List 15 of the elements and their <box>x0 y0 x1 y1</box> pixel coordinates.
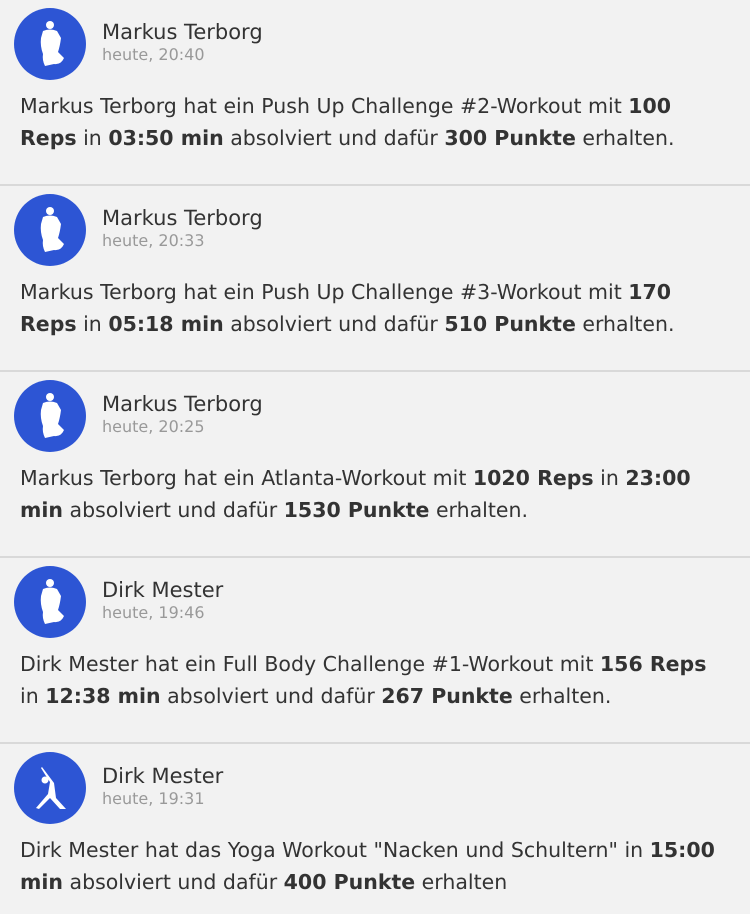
author-name: Markus Terborg <box>102 206 263 232</box>
author-name: Dirk Mester <box>102 764 224 790</box>
post-time: heute, 20:40 <box>102 45 206 64</box>
post-time: heute, 20:25 <box>102 417 206 436</box>
post-time: heute, 19:46 <box>102 603 206 622</box>
author-name: Dirk Mester <box>102 578 224 604</box>
post-time: heute, 19:31 <box>102 789 206 808</box>
activity-message: Markus Terborg hat ein Atlanta-Workout mit 1020 Reps in 23:00 min absolviert und dafür 1530 Punkte erhalten. <box>20 465 692 524</box>
activity-message: Dirk Mester hat das Yoga Workout "Nacken und Schultern" in 15:00 min absolviert und dafür 400 Punkte erhalten <box>20 837 716 896</box>
post-time: heute, 20:33 <box>102 231 206 250</box>
author-name: Markus Terborg <box>102 392 263 418</box>
activity-message: Markus Terborg hat ein Push Up Challenge #3-Workout mit 170 Reps in 05:18 min absolviert und dafür 510 Punkte erhalten. <box>20 279 676 338</box>
author-name: Markus Terborg <box>102 20 263 46</box>
activity-message: Markus Terborg hat ein Push Up Challenge #2-Workout mit 100 Reps in 03:50 min absolviert und dafür 300 Punkte erhalten. <box>20 93 676 152</box>
activity-message: Dirk Mester hat ein Full Body Challenge #1-Workout mit 156 Reps in 12:38 min absolviert und dafür 267 Punkte erhalten. <box>20 651 708 710</box>
